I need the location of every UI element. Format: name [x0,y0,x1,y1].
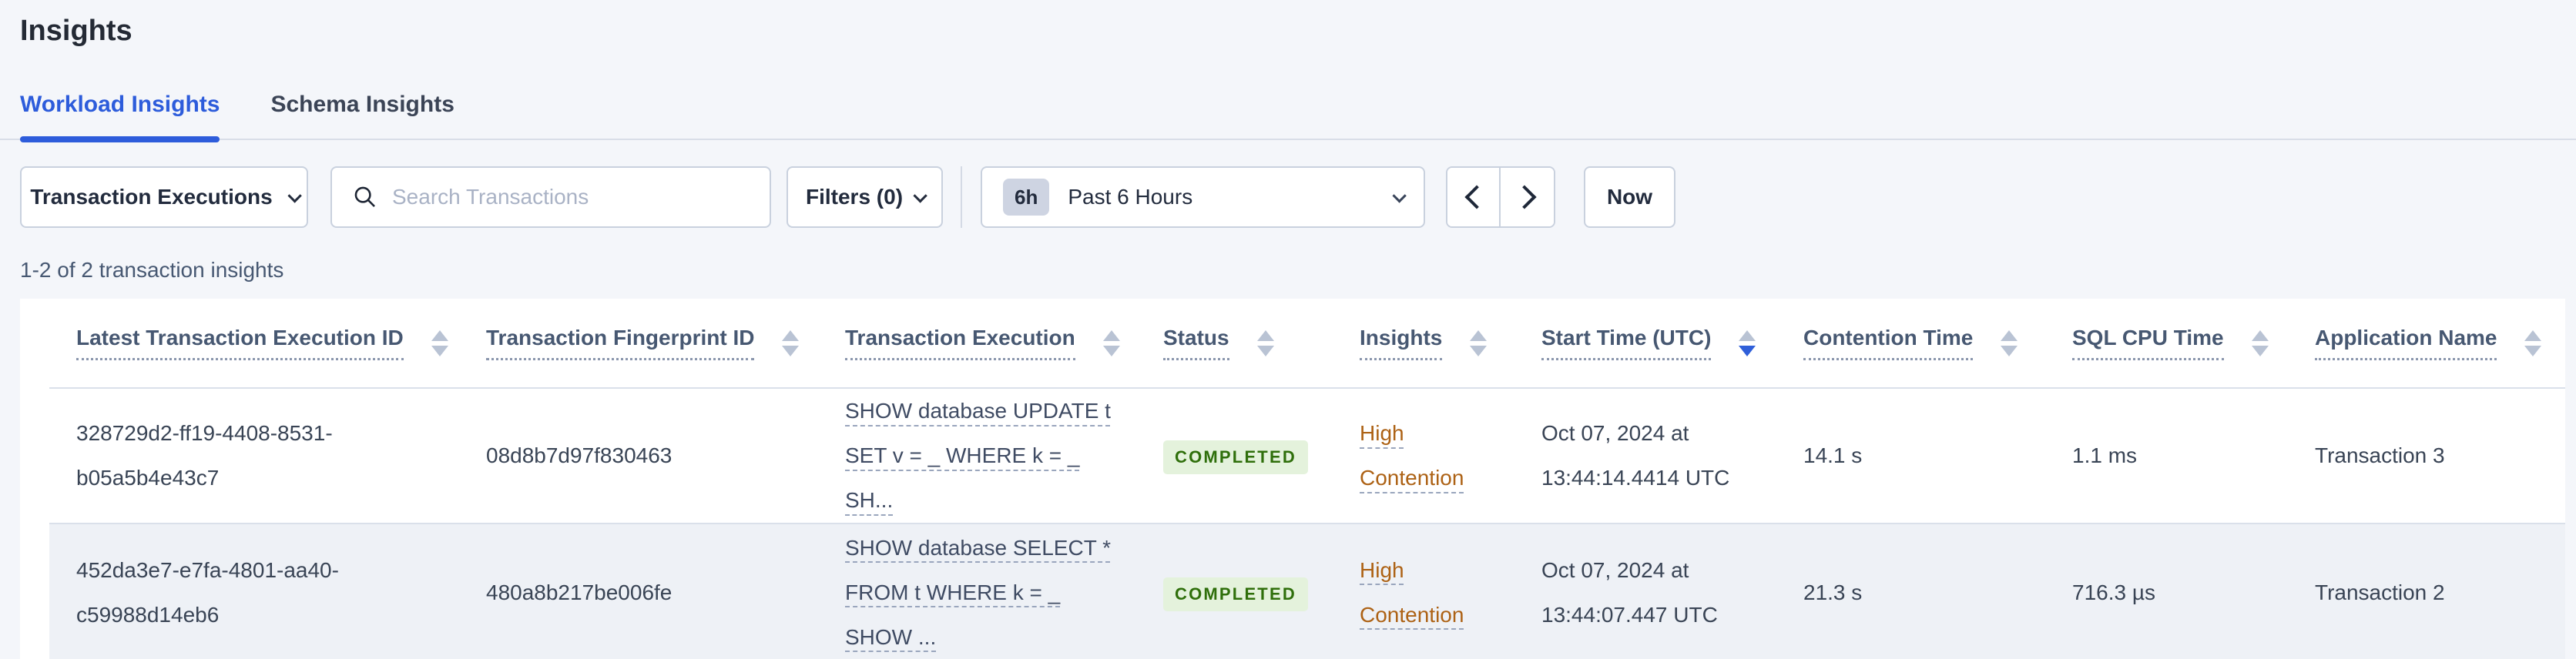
chevron-left-icon [1464,185,1489,209]
status-cell: COMPLETED [1132,388,1329,524]
page-title: Insights [20,15,132,47]
status-badge: COMPLETED [1163,440,1308,474]
status-badge: COMPLETED [1163,577,1308,611]
time-nav-group [1446,166,1555,228]
application-name-cell: Transaction 3 [2284,388,2565,524]
column-header-status: Status [1132,299,1329,389]
sql-cpu-time-cell: 1.1 ms [2041,388,2284,524]
chevron-down-icon [287,188,302,203]
execution-type-label: Transaction Executions [30,185,273,209]
insights-cell: High Contention [1329,388,1511,524]
latest-execution-id-cell: 452da3e7-e7fa-4801-aa40-c59988d14eb6 [49,524,455,659]
sort-icon[interactable] [782,330,800,356]
table-header-row: Latest Transaction Execution ID Transact… [49,299,2565,389]
sort-icon[interactable] [2524,330,2542,356]
sort-icon[interactable] [1102,330,1120,356]
start-time-cell: Oct 07, 2024 at 13:44:07.447 UTC [1511,524,1773,659]
time-next-button[interactable] [1501,168,1554,226]
time-range-badge: 6h [1003,179,1050,216]
toolbar-divider [961,166,962,228]
fingerprint-id-cell: 480a8b217be006fe [455,524,814,659]
search-icon [354,186,375,207]
column-header-insights: Insights [1329,299,1511,389]
contention-time-cell: 14.1 s [1773,388,2041,524]
transaction-execution-link[interactable]: SHOW database SELECT * FROM t WHERE k = … [845,536,1111,649]
transaction-execution-cell: SHOW database SELECT * FROM t WHERE k = … [814,524,1132,659]
insights-table-card: Latest Transaction Execution ID Transact… [20,299,2565,659]
insights-page: Insights Workload Insights Schema Insigh… [0,0,2576,659]
now-button[interactable]: Now [1584,166,1675,228]
application-name-cell: Transaction 2 [2284,524,2565,659]
column-header-application-name: Application Name [2284,299,2565,389]
chevron-down-icon [913,188,927,203]
column-header-latest-transaction-execution-id: Latest Transaction Execution ID [49,299,455,389]
chevron-down-icon [1392,188,1407,203]
high-contention-link[interactable]: High Contention [1360,411,1495,500]
now-label: Now [1606,185,1653,209]
transaction-insights-table: Latest Transaction Execution ID Transact… [49,299,2565,659]
transaction-execution-cell: SHOW database UPDATE t SET v = _ WHERE k… [814,388,1132,524]
start-time-cell: Oct 07, 2024 at 13:44:14.4414 UTC [1511,388,1773,524]
sort-icon[interactable] [1256,330,1274,356]
results-summary: 1-2 of 2 transaction insights [20,258,284,282]
time-range-label: Past 6 Hours [1068,185,1193,209]
sort-icon[interactable] [1470,330,1488,356]
contention-time-cell: 21.3 s [1773,524,2041,659]
status-cell: COMPLETED [1132,524,1329,659]
execution-type-dropdown[interactable]: Transaction Executions [20,166,308,228]
tab-bar: Workload Insights Schema Insights [0,91,2576,142]
sql-cpu-time-cell: 716.3 µs [2041,524,2284,659]
chevron-right-icon [1511,185,1537,209]
table-row: 328729d2-ff19-4408-8531-b05a5b4e43c7 08d… [49,388,2565,524]
time-range-picker[interactable]: 6h Past 6 Hours [981,166,1425,228]
search-input[interactable] [392,185,750,209]
tab-workload-insights[interactable]: Workload Insights [20,91,220,142]
filters-label: Filters (0) [805,185,904,209]
sort-icon[interactable] [2251,330,2269,356]
column-header-transaction-execution: Transaction Execution [814,299,1132,389]
tab-schema-insights[interactable]: Schema Insights [270,91,454,139]
column-header-contention-time: Contention Time [1773,299,2041,389]
search-box[interactable] [330,166,771,228]
column-header-start-time: Start Time (UTC) [1511,299,1773,389]
column-header-sql-cpu-time: SQL CPU Time [2041,299,2284,389]
fingerprint-id-cell: 08d8b7d97f830463 [455,388,814,524]
insights-cell: High Contention [1329,524,1511,659]
latest-execution-id-cell: 328729d2-ff19-4408-8531-b05a5b4e43c7 [49,388,455,524]
sort-icon-active[interactable] [1739,330,1756,356]
high-contention-link[interactable]: High Contention [1360,548,1495,637]
transaction-execution-link[interactable]: SHOW database UPDATE t SET v = _ WHERE k… [845,399,1111,512]
table-row: 452da3e7-e7fa-4801-aa40-c59988d14eb6 480… [49,524,2565,659]
column-header-transaction-fingerprint-id: Transaction Fingerprint ID [455,299,814,389]
sort-icon[interactable] [431,330,448,356]
filters-dropdown[interactable]: Filters (0) [787,166,943,228]
sort-icon[interactable] [2001,330,2018,356]
time-prev-button[interactable] [1447,168,1501,226]
toolbar: Transaction Executions Filters (0) 6h Pa… [0,166,2576,228]
page-header: Insights [0,0,2576,49]
